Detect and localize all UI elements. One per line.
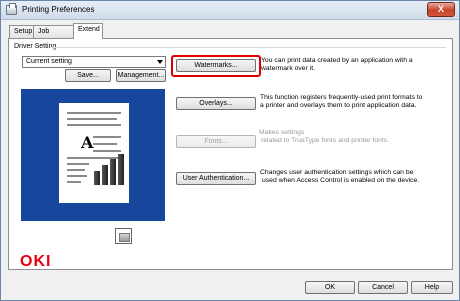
tab-setup[interactable]: Setup — [9, 25, 34, 38]
text-line — [67, 124, 121, 126]
overlays-button[interactable]: Overlays... — [176, 97, 256, 110]
chart-bar-icon — [94, 171, 100, 185]
text-line — [93, 150, 121, 152]
fonts-button[interactable]: Fonts... — [176, 135, 256, 148]
user-auth-desc-line-2: used when Access Control is enabled on t… — [262, 177, 420, 184]
printer-app-icon — [6, 3, 17, 15]
fonts-description: Makes settings related to TrueType fonts… — [259, 129, 449, 145]
management-button[interactable]: Management... — [116, 69, 166, 82]
text-line — [67, 175, 87, 177]
text-line — [67, 118, 117, 120]
chart-bar-icon — [102, 165, 108, 185]
printer-icon[interactable] — [115, 228, 132, 244]
cancel-button[interactable]: Cancel — [358, 281, 408, 294]
preview-pane: A — [21, 89, 165, 221]
user-authentication-description: Changes user authentication settings whi… — [260, 169, 452, 185]
fonts-desc-line-2: related to TrueType fonts and printer fo… — [261, 137, 390, 144]
group-divider — [51, 47, 446, 48]
tab-extend[interactable]: Extend — [73, 23, 103, 39]
driver-setting-select[interactable]: Current setting — [22, 56, 166, 68]
text-line — [67, 112, 121, 114]
close-button[interactable]: X — [427, 2, 455, 17]
tab-job-options[interactable]: Job Options — [33, 25, 74, 47]
text-line — [67, 163, 89, 165]
overlays-desc-line-2: a printer and overlays them to print app… — [260, 102, 417, 109]
document-preview-image: A — [59, 103, 129, 203]
driver-setting-value: Current setting — [26, 58, 72, 65]
user-authentication-button[interactable]: User Authentication... — [176, 172, 256, 185]
fonts-desc-line-1: Makes settings — [259, 129, 305, 136]
ok-button[interactable]: OK — [305, 281, 355, 294]
chart-bar-icon — [110, 159, 116, 185]
text-line — [93, 143, 117, 145]
watermarks-desc-line-1: You can print data created by an applica… — [261, 57, 413, 64]
preview-letter: A — [81, 133, 94, 152]
window-title: Printing Preferences — [22, 5, 95, 14]
user-auth-desc-line-1: Changes user authentication settings whi… — [260, 169, 414, 176]
overlays-desc-line-1: This function registers frequently-used … — [260, 94, 423, 101]
text-line — [67, 169, 85, 171]
chevron-down-icon — [157, 60, 163, 64]
watermarks-button[interactable]: Watermarks... — [176, 59, 256, 72]
overlays-description: This function registers frequently-used … — [260, 94, 452, 110]
watermarks-description: You can print data created by an applica… — [261, 57, 451, 73]
chart-bar-icon — [118, 154, 124, 185]
save-button[interactable]: Save... — [65, 69, 111, 82]
text-line — [93, 136, 121, 138]
oki-logo: OKI — [20, 253, 52, 270]
printing-preferences-window: Printing Preferences X Setup Job Options… — [0, 0, 460, 301]
watermarks-desc-line-2: watermark over it. — [261, 65, 316, 72]
title-bar: Printing Preferences X — [1, 1, 459, 20]
text-line — [67, 181, 81, 183]
help-button[interactable]: Help — [411, 281, 453, 294]
